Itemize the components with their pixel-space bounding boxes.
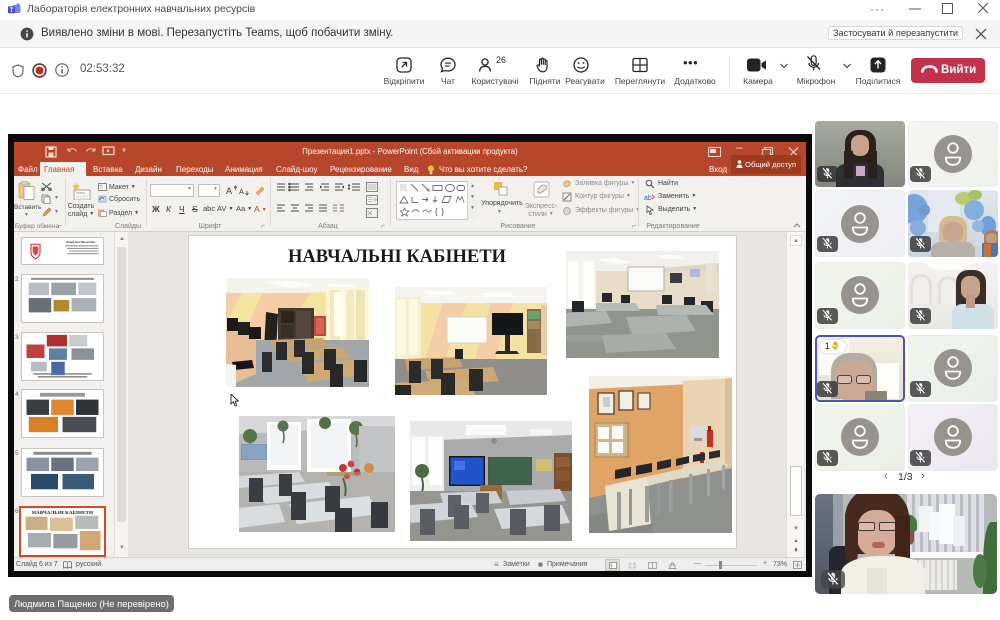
svg-text:Ліцей №1 Міськradа: Ліцей №1 Міськradа [66,240,95,244]
svg-text:ab: ab [644,195,652,202]
svg-text:A: A [239,187,244,196]
svg-text:НАВЧАЛЬНІ КАБІНЕТИ: НАВЧАЛЬНІ КАБІНЕТИ [32,511,93,516]
svg-text:A: A [226,186,232,196]
svg-text:T: T [10,8,14,14]
